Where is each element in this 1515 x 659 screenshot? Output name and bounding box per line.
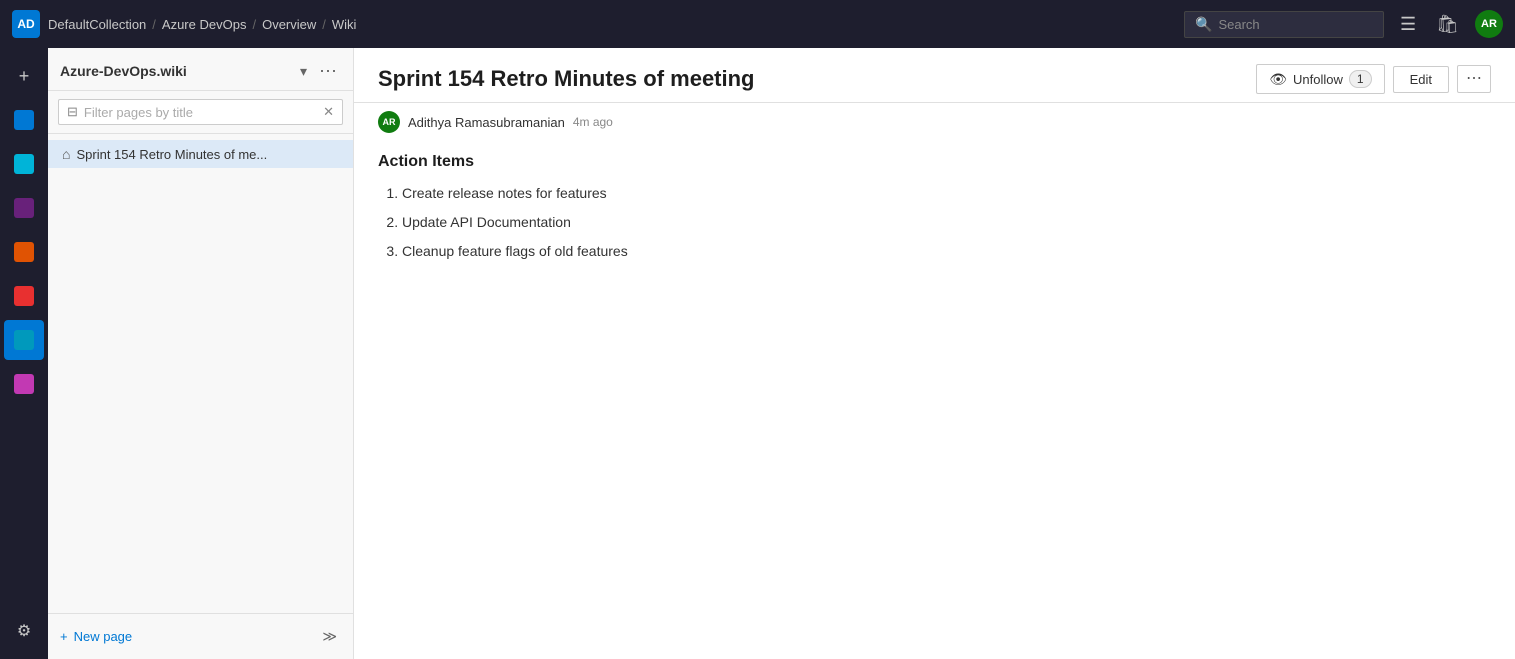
list-item: Cleanup feature flags of old features xyxy=(402,241,1491,262)
topbar: AD DefaultCollection / Azure DevOps / Ov… xyxy=(0,0,1515,48)
breadcrumb: DefaultCollection / Azure DevOps / Overv… xyxy=(48,17,356,32)
wiki-tree: ⌂ Sprint 154 Retro Minutes of me... xyxy=(48,134,353,613)
wiki-panel: Azure-DevOps.wiki ▾ ⋯ ⊟ ✕ ⌂ Sprint 154 R… xyxy=(48,48,354,659)
wiki-tree-item[interactable]: ⌂ Sprint 154 Retro Minutes of me... xyxy=(48,140,353,168)
breadcrumb-wiki[interactable]: Wiki xyxy=(332,17,357,32)
wiki-filter-input-wrap[interactable]: ⊟ ✕ xyxy=(58,99,343,125)
topbar-right: 🔍 ☰ 🛍 AR xyxy=(1184,10,1503,39)
filter-icon: ⊟ xyxy=(67,104,78,120)
author-name: Adithya Ramasubramanian xyxy=(408,115,565,130)
sidebar-item-overview[interactable] xyxy=(4,100,44,140)
search-box[interactable]: 🔍 xyxy=(1184,11,1384,38)
sidebar-item-extra[interactable] xyxy=(4,364,44,404)
edit-button[interactable]: Edit xyxy=(1393,66,1449,93)
wiki-more-button[interactable]: ⋯ xyxy=(315,60,341,82)
sidebar-item-settings[interactable]: ⚙ xyxy=(4,611,44,651)
user-avatar[interactable]: AR xyxy=(1475,10,1503,38)
breadcrumb-overview[interactable]: Overview xyxy=(262,17,316,32)
sidebar-item-test[interactable] xyxy=(4,276,44,316)
home-icon: ⌂ xyxy=(62,146,70,162)
content-body: Action Items Create release notes for fe… xyxy=(354,145,1515,659)
plus-icon: + xyxy=(60,629,68,644)
list-item: Update API Documentation xyxy=(402,212,1491,233)
sidebar-item-pipelines[interactable] xyxy=(4,232,44,272)
sidebar-item-add[interactable]: + xyxy=(4,56,44,96)
content-actions: 👁 Unfollow 1 Edit ⋯ xyxy=(1256,64,1491,94)
bag-icon[interactable]: 🛍 xyxy=(1432,10,1463,39)
unfollow-count: 1 xyxy=(1349,70,1372,88)
sidebar-top-icons: + xyxy=(4,56,44,404)
wiki-panel-footer: + New page ≫ xyxy=(48,613,353,659)
breadcrumb-azure-devops[interactable]: Azure DevOps xyxy=(162,17,247,32)
list-item: Create release notes for features xyxy=(402,183,1491,204)
new-page-label: New page xyxy=(74,629,133,644)
collapse-panel-button[interactable]: ≫ xyxy=(318,624,341,649)
sidebar-item-boards[interactable] xyxy=(4,144,44,184)
filter-input[interactable] xyxy=(84,105,317,120)
unfollow-icon: 👁 xyxy=(1269,71,1287,88)
wiki-filter: ⊟ ✕ xyxy=(48,91,353,134)
search-icon: 🔍 xyxy=(1195,16,1212,33)
new-page-button[interactable]: + New page xyxy=(60,629,132,644)
wiki-panel-header: Azure-DevOps.wiki ▾ ⋯ xyxy=(48,48,353,91)
sidebar-item-wiki[interactable] xyxy=(4,320,44,360)
action-items-list: Create release notes for features Update… xyxy=(378,183,1491,262)
section-heading: Action Items xyxy=(378,153,1491,171)
wiki-dropdown-button[interactable]: ▾ xyxy=(298,61,309,82)
sidebar-nav: + ⚙ xyxy=(0,48,48,659)
breadcrumb-default-collection[interactable]: DefaultCollection xyxy=(48,17,146,32)
list-icon[interactable]: ☰ xyxy=(1396,10,1420,39)
main-area: + ⚙ xyxy=(0,48,1515,659)
content-more-button[interactable]: ⋯ xyxy=(1457,65,1491,93)
unfollow-label: Unfollow xyxy=(1293,72,1343,87)
content-area: Sprint 154 Retro Minutes of meeting 👁 Un… xyxy=(354,48,1515,659)
clear-filter-icon[interactable]: ✕ xyxy=(323,104,334,120)
wiki-tree-item-label: Sprint 154 Retro Minutes of me... xyxy=(76,147,339,162)
app-logo[interactable]: AD xyxy=(12,10,40,38)
sidebar-bottom-icons: ⚙ xyxy=(4,611,44,651)
author-avatar: AR xyxy=(378,111,400,133)
author-time: 4m ago xyxy=(573,115,613,129)
content-header: Sprint 154 Retro Minutes of meeting 👁 Un… xyxy=(354,48,1515,103)
page-title: Sprint 154 Retro Minutes of meeting xyxy=(378,66,1256,92)
search-input[interactable] xyxy=(1218,17,1373,32)
unfollow-button[interactable]: 👁 Unfollow 1 xyxy=(1256,64,1384,94)
wiki-title: Azure-DevOps.wiki xyxy=(60,63,292,79)
content-meta: AR Adithya Ramasubramanian 4m ago xyxy=(354,103,1515,145)
sidebar-item-repos[interactable] xyxy=(4,188,44,228)
